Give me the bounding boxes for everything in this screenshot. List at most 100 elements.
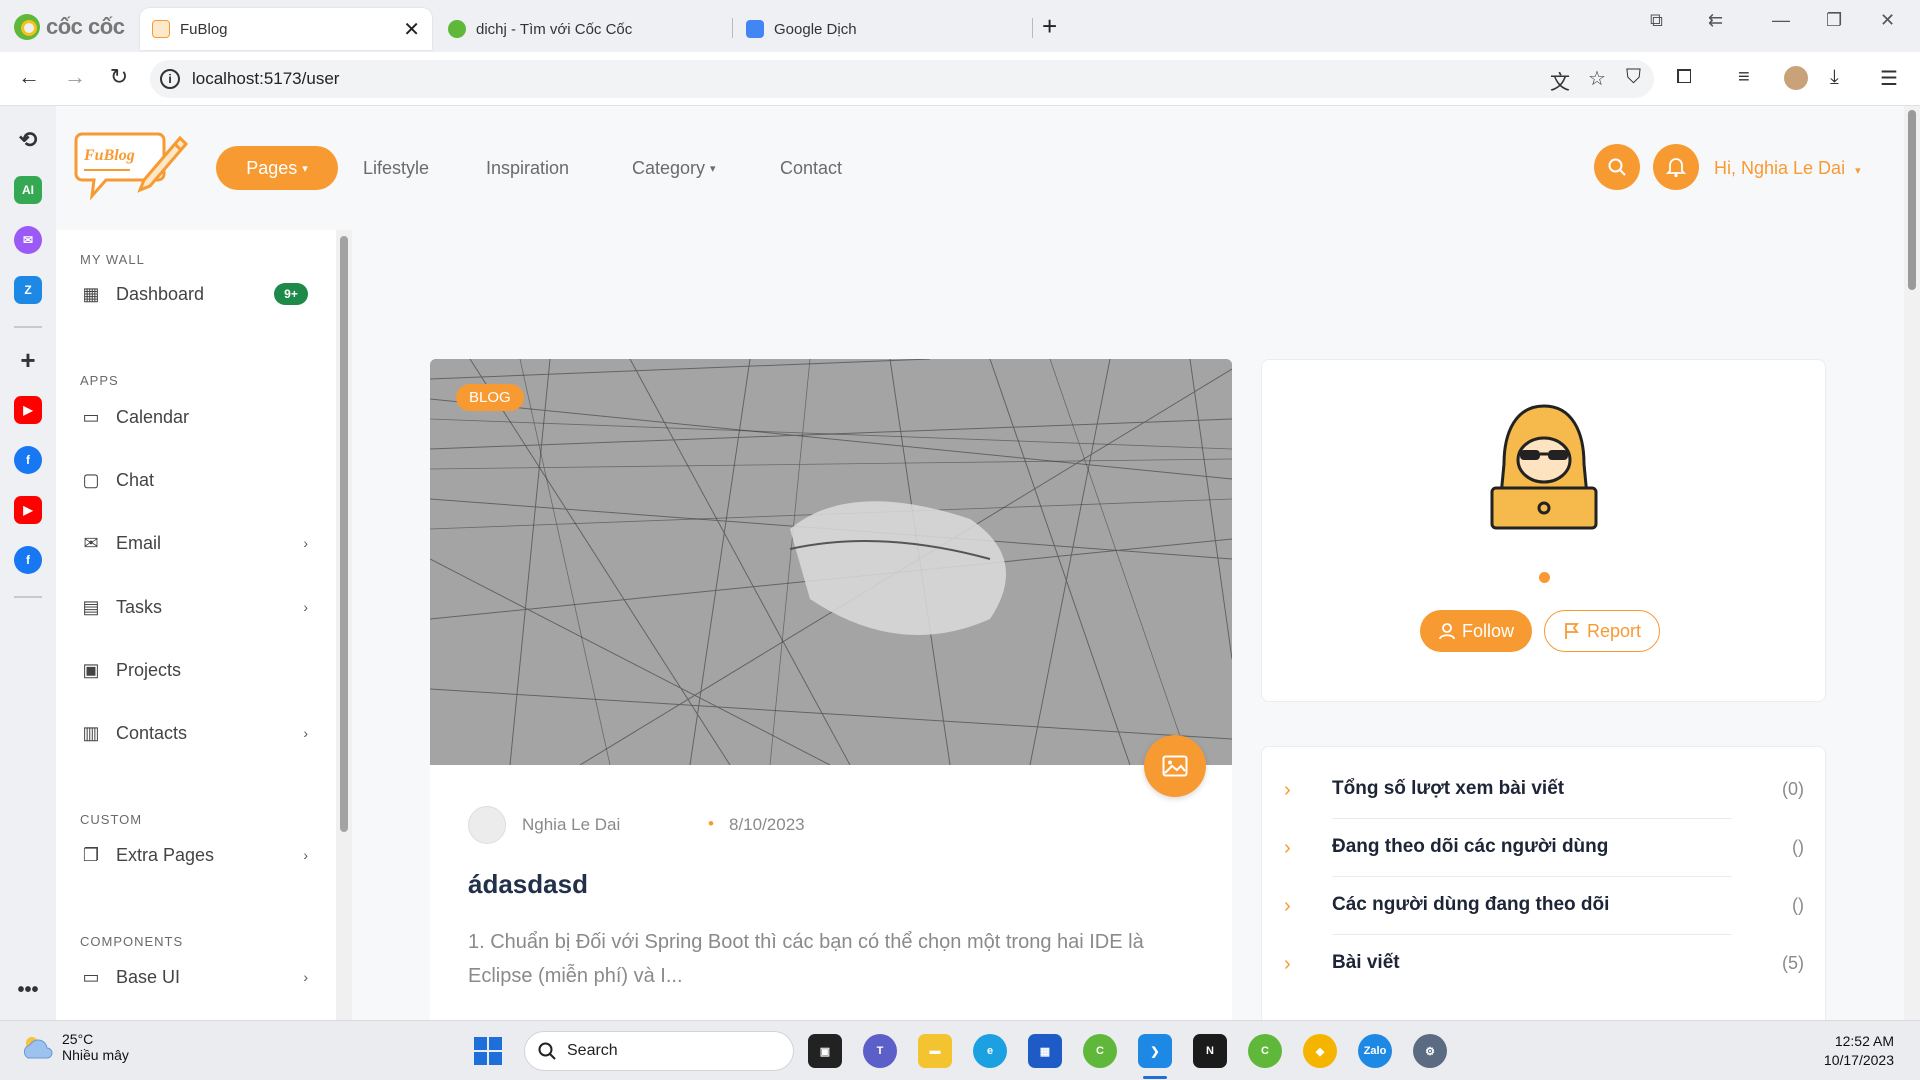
zalo-app-icon[interactable]: Zalo <box>1358 1034 1392 1068</box>
chevron-right-icon: › <box>303 599 308 615</box>
sidebar-scrollbar[interactable] <box>336 230 352 1020</box>
tab-fublog[interactable]: FuBlog ✕ <box>140 8 432 50</box>
coccoc-app-icon[interactable]: C <box>1248 1034 1282 1068</box>
duck-app-icon[interactable]: ◆ <box>1303 1034 1337 1068</box>
url-bar[interactable]: i localhost:5173/user <box>150 60 1654 98</box>
tab-separator <box>1032 18 1033 38</box>
more-icon[interactable]: ••• <box>14 976 42 1004</box>
section-apps: APPS <box>80 373 119 388</box>
weather-widget[interactable]: 25°C Nhiều mây <box>20 1031 129 1063</box>
report-button[interactable]: Report <box>1544 610 1660 652</box>
page-scrollbar-thumb[interactable] <box>1908 110 1916 290</box>
stats-card: › Tổng số lượt xem bài viết (0) › Đang t… <box>1261 746 1826 1020</box>
sidebar-item-label: Contacts <box>116 722 188 743</box>
screenshot-icon[interactable]: ⧉ <box>1650 10 1663 31</box>
shield-icon[interactable]: ⛉ <box>1626 66 1641 89</box>
nav-pages[interactable]: Pages ▾ <box>216 146 338 190</box>
chevron-down-icon: ▾ <box>302 162 308 175</box>
url-text[interactable]: localhost:5173/user <box>192 69 339 89</box>
notifications-button[interactable] <box>1653 144 1699 190</box>
store-icon[interactable]: ▦ <box>1028 1034 1062 1068</box>
back-tab-icon[interactable]: ⇇ <box>1708 10 1723 31</box>
stat-row[interactable]: › Đang theo dõi các người dùng () <box>1284 819 1804 877</box>
sidebar-item-dashboard[interactable]: ▦ Dashboard 9+ <box>82 274 316 314</box>
coccoc-app-icon[interactable]: C <box>1083 1034 1117 1068</box>
sidebar-item-base-ui[interactable]: ▭ Base UI › <box>82 957 316 997</box>
reload-icon[interactable]: ↻ <box>104 64 134 90</box>
post-cover-image[interactable]: BLOG <box>430 359 1232 765</box>
post-title[interactable]: ádasdasd <box>468 869 588 900</box>
add-icon[interactable]: + <box>14 345 42 375</box>
sidebar-item-label: Tasks <box>116 596 163 617</box>
task-view-icon[interactable]: ▣ <box>808 1034 842 1068</box>
maximize-icon[interactable]: ❐ <box>1826 10 1842 31</box>
ai-icon[interactable]: AI <box>14 176 42 204</box>
minimize-icon[interactable]: — <box>1772 10 1790 31</box>
carousel-indicator[interactable] <box>1539 572 1550 583</box>
facebook-icon[interactable]: f <box>14 446 42 474</box>
profile-avatar-icon[interactable] <box>1784 66 1808 90</box>
vscode-icon[interactable]: ❯ <box>1138 1034 1172 1068</box>
translate-icon[interactable]: 文 <box>1550 66 1570 95</box>
sidebar-item-calendar[interactable]: ▭ Calendar <box>82 397 316 437</box>
file-explorer-icon[interactable]: ▬ <box>918 1034 952 1068</box>
post-card[interactable]: BLOG Nghia Le Dai • 8/10/2023 ádasdasd 1… <box>430 359 1232 1020</box>
sidebar-item-contacts[interactable]: ▥ Contacts › <box>82 713 316 753</box>
post-author[interactable]: Nghia Le Dai <box>522 815 620 835</box>
tab-search[interactable]: dichj - Tìm với Cốc Cốc <box>436 8 726 50</box>
rail-divider <box>14 596 42 598</box>
youtube-icon[interactable]: ▶ <box>14 396 42 424</box>
new-tab-icon[interactable]: + <box>1042 11 1057 42</box>
chat-icon: ▢ <box>82 469 100 490</box>
nav-inspiration[interactable]: Inspiration <box>486 146 569 190</box>
follow-label: Follow <box>1461 620 1514 641</box>
zalo-icon[interactable]: Z <box>14 276 42 304</box>
settings-gear-icon[interactable]: ⚙ <box>1413 1034 1447 1068</box>
nav-category[interactable]: Category ▾ <box>632 146 716 190</box>
windows-start-icon[interactable] <box>474 1037 502 1065</box>
author-avatar[interactable] <box>468 806 506 844</box>
user-menu[interactable]: Hi, Nghia Le Dai ▾ <box>1714 158 1861 179</box>
extensions-icon[interactable]: ⧠ <box>1676 66 1692 89</box>
browser-logo[interactable]: cốc cốc <box>14 14 125 40</box>
stat-row[interactable]: › Tổng số lượt xem bài viết (0) <box>1284 761 1804 819</box>
taskbar-search[interactable]: Search <box>524 1031 794 1071</box>
nav-contact[interactable]: Contact <box>780 146 842 190</box>
menu-icon[interactable]: ☰ <box>1880 66 1898 91</box>
youtube-icon[interactable]: ▶ <box>14 496 42 524</box>
notion-icon[interactable]: N <box>1193 1034 1227 1068</box>
sidebar-item-tasks[interactable]: ▤ Tasks › <box>82 587 316 627</box>
stat-row[interactable]: › Bài viết (5) <box>1284 935 1804 993</box>
back-icon[interactable]: ← <box>14 64 44 90</box>
download-icon[interactable]: ⤓ <box>1830 66 1839 89</box>
fublog-logo[interactable]: FuBlog <box>74 126 188 208</box>
edge-icon[interactable]: e <box>973 1034 1007 1068</box>
sidebar-item-projects[interactable]: ▣ Projects <box>82 650 316 690</box>
post-category-tag[interactable]: BLOG <box>456 384 524 411</box>
stat-row[interactable]: › Các người dùng đang theo dõi () <box>1284 877 1804 935</box>
site-info-icon[interactable]: i <box>160 69 180 89</box>
sidebar-scrollbar-thumb[interactable] <box>340 236 348 832</box>
history-icon[interactable]: ⟲ <box>14 126 42 154</box>
messenger-icon[interactable]: ✉ <box>14 226 42 254</box>
system-clock[interactable]: 12:52 AM 10/17/2023 <box>1824 1032 1894 1070</box>
facebook-icon[interactable]: f <box>14 546 42 574</box>
browser-side-rail: ⟲ AI ✉ Z + ▶ f ▶ f ••• <box>0 106 56 1020</box>
logo-text: FuBlog <box>83 147 135 164</box>
window-close-icon[interactable]: ✕ <box>1880 10 1895 31</box>
sidebar-item-extra-pages[interactable]: ❐ Extra Pages › <box>82 835 316 875</box>
clock-date: 10/17/2023 <box>1823 1052 1894 1068</box>
image-button[interactable] <box>1144 735 1206 797</box>
sidebar-item-chat[interactable]: ▢ Chat <box>82 460 316 500</box>
forward-icon[interactable]: → <box>60 64 90 90</box>
teams-icon[interactable]: T <box>863 1034 897 1068</box>
follow-button[interactable]: Follow <box>1420 610 1532 652</box>
bookmark-star-icon[interactable]: ☆ <box>1588 66 1606 91</box>
sidebar-item-email[interactable]: ✉ Email › <box>82 523 316 563</box>
tab-google-translate[interactable]: Google Dịch <box>734 8 1024 50</box>
nav-lifestyle[interactable]: Lifestyle <box>363 146 429 190</box>
search-button[interactable] <box>1594 144 1640 190</box>
playlist-icon[interactable]: ≡ <box>1738 66 1750 89</box>
close-icon[interactable]: ✕ <box>403 17 420 42</box>
page-scrollbar[interactable] <box>1904 106 1920 1020</box>
